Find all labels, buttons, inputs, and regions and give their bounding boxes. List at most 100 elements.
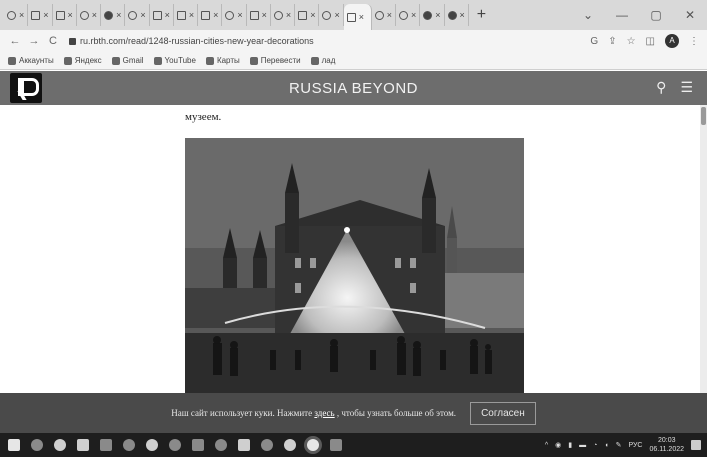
tab-close-icon[interactable]: × (435, 10, 440, 20)
browser-tab[interactable]: × (372, 4, 396, 26)
bookmark-star-icon[interactable]: ☆ (627, 36, 636, 47)
tab-close-icon[interactable]: × (19, 10, 24, 20)
maximize-icon[interactable]: ▢ (639, 8, 673, 22)
tab-close-icon[interactable]: × (68, 10, 73, 20)
side-panel-icon[interactable]: ◫ (646, 36, 655, 47)
network-icon[interactable]: ◉ (555, 441, 561, 449)
bookmark-gmail[interactable]: Gmail (111, 56, 144, 65)
tab-close-icon[interactable]: × (359, 12, 364, 22)
browser-tab[interactable]: × (101, 4, 126, 26)
article-content: музеем. (0, 105, 707, 398)
battery-icon[interactable]: ▮ (568, 441, 572, 449)
tab-close-icon[interactable]: × (116, 10, 121, 20)
tab-close-icon[interactable]: × (460, 10, 465, 20)
bookmarks-bar: Аккаунты Яндекс Gmail YouTube Карты Пере… (0, 52, 707, 70)
browser-tab[interactable]: × (53, 4, 77, 26)
file-explorer-icon[interactable] (77, 439, 89, 451)
browser-tab[interactable]: × (125, 4, 150, 26)
tab-close-icon[interactable]: × (165, 10, 170, 20)
display-icon[interactable]: ▬ (579, 442, 586, 449)
scrollbar-thumb[interactable] (701, 107, 706, 125)
share-icon[interactable]: ⇪ (608, 36, 616, 47)
volume-icon[interactable]: ◖ (604, 442, 608, 449)
browser-tab[interactable]: × (271, 4, 296, 26)
bookmark-label: Яндекс (74, 56, 102, 65)
language-indicator[interactable]: РУС (628, 442, 642, 449)
tab-search-icon[interactable]: ⌄ (571, 8, 605, 22)
tab-close-icon[interactable]: × (92, 10, 97, 20)
browser-tab-active[interactable]: × (343, 4, 372, 30)
windows-start-icon[interactable] (8, 439, 20, 451)
forward-icon[interactable]: → (27, 35, 41, 47)
tab-close-icon[interactable]: × (411, 10, 416, 20)
browser-tab[interactable]: × (420, 4, 445, 26)
store-icon[interactable] (100, 439, 112, 451)
app-icon[interactable] (169, 439, 181, 451)
browser-tab[interactable]: × (319, 4, 344, 26)
browser-tab[interactable]: × (4, 4, 29, 26)
browser-taskbar-icon[interactable] (307, 439, 319, 451)
maps-icon (205, 56, 214, 65)
lock-icon[interactable] (69, 37, 76, 45)
bookmark-maps[interactable]: Карты (205, 56, 240, 65)
new-tab-button[interactable]: + (477, 6, 486, 24)
app-icon[interactable] (146, 439, 158, 451)
browser-tab[interactable]: × (150, 4, 174, 26)
notification-icon[interactable] (691, 440, 701, 450)
browser-tab[interactable]: × (198, 4, 223, 26)
bookmark-accounts[interactable]: Аккаунты (8, 56, 54, 65)
page-scrollbar[interactable] (700, 105, 707, 393)
tab-close-icon[interactable]: × (140, 10, 145, 20)
bookmark-yandex[interactable]: Яндекс (63, 56, 102, 65)
word-icon[interactable] (330, 439, 342, 451)
app-icon[interactable] (284, 439, 296, 451)
tab-favicon (346, 12, 356, 22)
browser-tab[interactable]: × (295, 4, 320, 26)
browser-tab[interactable]: × (247, 4, 271, 26)
wifi-icon[interactable]: ◔ (593, 442, 597, 449)
app-icon[interactable] (261, 439, 273, 451)
browser-tab[interactable]: × (174, 4, 199, 26)
tab-close-icon[interactable]: × (237, 10, 242, 20)
clock[interactable]: 20:03 06.11.2022 (649, 436, 684, 454)
bookmark-translate[interactable]: Перевести (249, 56, 301, 65)
url-field[interactable]: ru.rbth.com/read/1248-russian-cities-new… (80, 36, 590, 46)
cookie-agree-button[interactable]: Согласен (470, 401, 536, 425)
photos-icon[interactable] (238, 439, 250, 451)
back-icon[interactable]: ← (8, 35, 22, 47)
google-icon[interactable]: G (590, 36, 598, 47)
reload-icon[interactable]: C (46, 35, 60, 47)
minimize-icon[interactable]: — (605, 8, 639, 22)
browser-tab[interactable]: × (445, 4, 469, 26)
cookie-link[interactable]: здесь (314, 408, 334, 418)
bookmark-youtube[interactable]: YouTube (153, 56, 196, 65)
search-icon[interactable] (31, 439, 43, 451)
clock-time: 20:03 (657, 437, 676, 444)
tab-close-icon[interactable]: × (43, 10, 48, 20)
browser-tab[interactable]: × (396, 4, 421, 26)
tab-close-icon[interactable]: × (387, 10, 392, 20)
tab-close-icon[interactable]: × (189, 10, 194, 20)
browser-tab[interactable]: × (222, 4, 247, 26)
pen-icon[interactable]: ✎ (616, 441, 622, 449)
browser-tab[interactable]: × (28, 4, 53, 26)
search-icon[interactable]: ⚲ (656, 79, 666, 96)
tab-close-icon[interactable]: × (286, 10, 291, 20)
close-window-icon[interactable]: ✕ (673, 8, 707, 22)
tab-close-icon[interactable]: × (310, 10, 315, 20)
app-icon[interactable] (192, 439, 204, 451)
chrome-icon[interactable] (54, 439, 66, 451)
tab-close-icon[interactable]: × (213, 10, 218, 20)
browser-menu-icon[interactable]: ⋮ (689, 36, 699, 47)
app-icon[interactable] (215, 439, 227, 451)
browser-tab[interactable]: × (77, 4, 102, 26)
chevron-up-icon[interactable]: ^ (545, 442, 548, 449)
tab-close-icon[interactable]: × (262, 10, 267, 20)
profile-avatar[interactable]: A (665, 34, 679, 48)
site-title[interactable]: RUSSIA BEYOND (0, 80, 707, 97)
bookmark-lad[interactable]: лад (310, 56, 335, 65)
bookmark-label: YouTube (164, 56, 196, 65)
app-icon[interactable] (123, 439, 135, 451)
tab-close-icon[interactable]: × (334, 10, 339, 20)
menu-icon[interactable]: ☰ (680, 79, 693, 96)
